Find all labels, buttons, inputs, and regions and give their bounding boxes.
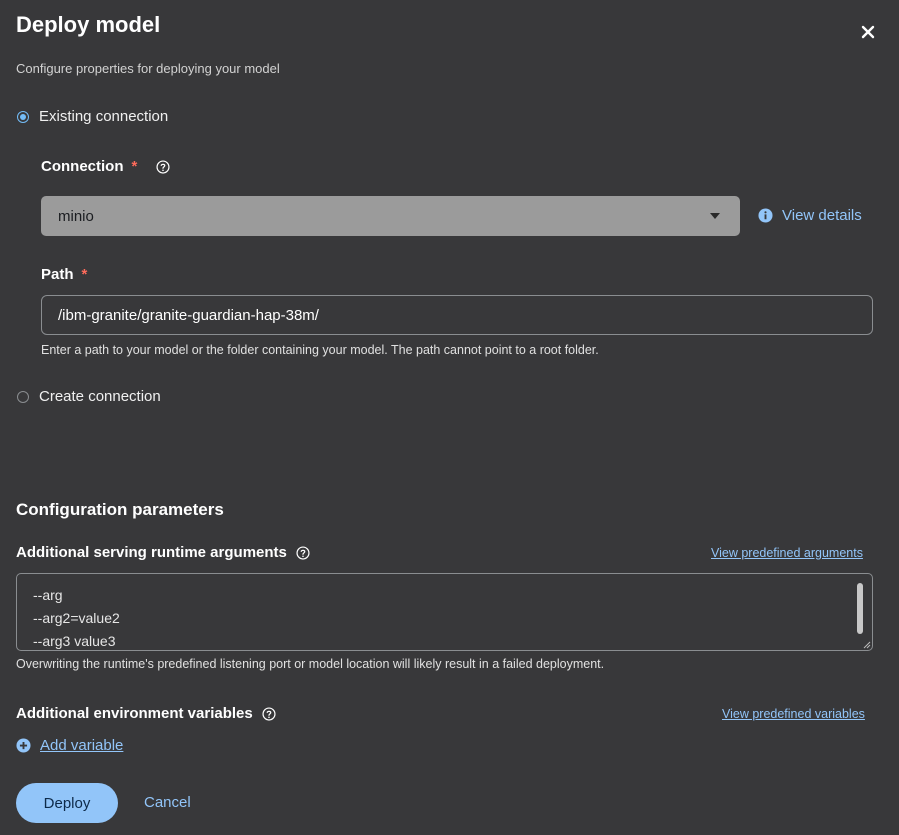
path-label-text: Path <box>41 266 74 283</box>
connection-label-text: Connection <box>41 158 124 175</box>
textarea-scrollbar[interactable] <box>857 583 863 634</box>
connection-label: Connection * <box>41 158 170 175</box>
help-icon[interactable] <box>156 159 170 174</box>
runtime-args-helper-text: Overwriting the runtime's predefined lis… <box>16 657 605 671</box>
connection-select-value: minio <box>58 207 94 225</box>
path-input-value: /ibm-granite/granite-guardian-hap-38m/ <box>58 306 319 324</box>
info-circle-icon <box>758 208 773 223</box>
caret-down-icon <box>710 213 720 219</box>
required-mark: * <box>81 266 88 283</box>
add-variable-button[interactable]: Add variable <box>16 737 123 754</box>
help-icon[interactable] <box>262 706 276 721</box>
view-details-text: View details <box>782 207 862 224</box>
view-predefined-variables-link[interactable]: View predefined variables <box>722 707 865 721</box>
runtime-args-line: --arg <box>33 587 63 603</box>
path-input[interactable]: /ibm-granite/granite-guardian-hap-38m/ <box>41 295 873 335</box>
path-helper-text: Enter a path to your model or the folder… <box>41 343 599 357</box>
create-connection-radio[interactable] <box>17 390 29 403</box>
create-connection-option[interactable]: Create connection <box>17 388 161 405</box>
add-variable-text: Add variable <box>40 737 124 754</box>
cancel-button[interactable]: Cancel <box>144 794 191 811</box>
config-section-title: Configuration parameters <box>16 500 224 519</box>
runtime-args-label: Additional serving runtime arguments <box>16 544 310 561</box>
env-vars-label-text: Additional environment variables <box>16 705 253 722</box>
required-mark: * <box>131 158 138 175</box>
runtime-args-label-text: Additional serving runtime arguments <box>16 544 287 561</box>
existing-connection-radio[interactable] <box>17 110 29 123</box>
runtime-args-line: --arg3 value3 <box>33 633 116 649</box>
view-predefined-arguments-link[interactable]: View predefined arguments <box>711 546 863 560</box>
resize-handle-icon[interactable] <box>863 641 871 649</box>
deploy-button[interactable]: Deploy <box>16 783 118 823</box>
close-icon[interactable] <box>858 22 878 42</box>
path-label: Path * <box>41 266 87 283</box>
modal-title: Deploy model <box>16 12 161 37</box>
modal-subtitle: Configure properties for deploying your … <box>16 61 280 76</box>
create-connection-label: Create connection <box>39 388 161 405</box>
runtime-args-textarea[interactable]: --arg --arg2=value2 --arg3 value3 <box>16 573 873 651</box>
existing-connection-option[interactable]: Existing connection <box>17 108 168 125</box>
plus-circle-icon <box>16 738 31 753</box>
connection-select[interactable]: minio <box>41 196 740 236</box>
view-details-link[interactable]: View details <box>758 207 862 224</box>
runtime-args-line: --arg2=value2 <box>33 610 120 626</box>
existing-connection-label: Existing connection <box>39 108 169 125</box>
help-icon[interactable] <box>296 545 310 560</box>
env-vars-label: Additional environment variables <box>16 705 276 722</box>
